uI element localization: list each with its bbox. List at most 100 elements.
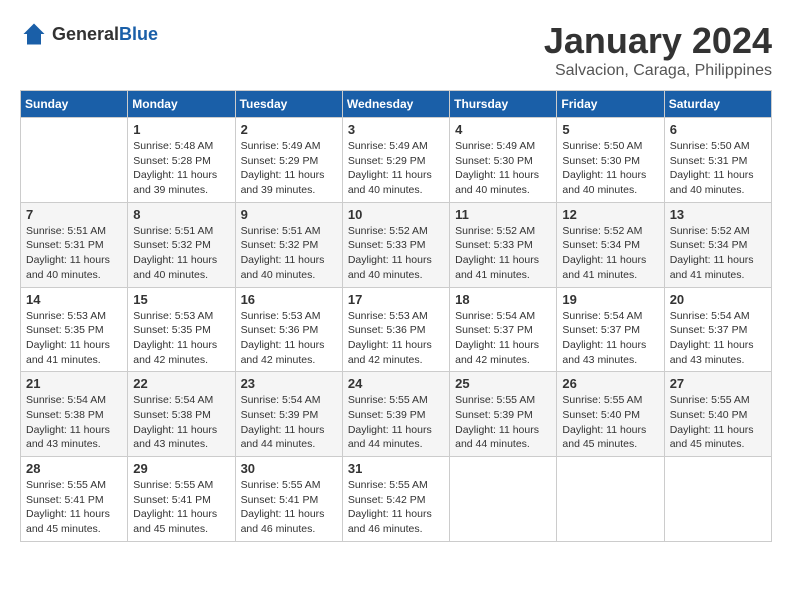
day-number: 7 bbox=[26, 207, 122, 222]
day-info: Sunrise: 5:50 AMSunset: 5:31 PMDaylight:… bbox=[670, 139, 766, 198]
day-number: 8 bbox=[133, 207, 229, 222]
weekday-header-saturday: Saturday bbox=[664, 91, 771, 118]
day-info: Sunrise: 5:55 AMSunset: 5:40 PMDaylight:… bbox=[670, 393, 766, 452]
day-number: 26 bbox=[562, 376, 658, 391]
day-info: Sunrise: 5:53 AMSunset: 5:36 PMDaylight:… bbox=[241, 309, 337, 368]
day-number: 6 bbox=[670, 122, 766, 137]
calendar-day-cell: 12 Sunrise: 5:52 AMSunset: 5:34 PMDayligh… bbox=[557, 202, 664, 287]
day-number: 21 bbox=[26, 376, 122, 391]
day-number: 19 bbox=[562, 292, 658, 307]
calendar-week-row: 21 Sunrise: 5:54 AMSunset: 5:38 PMDayligh… bbox=[21, 372, 772, 457]
calendar-week-row: 14Sunrise: 5:53 AMSunset: 5:35 PMDayligh… bbox=[21, 287, 772, 372]
day-info: Sunrise: 5:55 AMSunset: 5:41 PMDaylight:… bbox=[241, 478, 337, 537]
calendar-day-cell: 22 Sunrise: 5:54 AMSunset: 5:38 PMDayligh… bbox=[128, 372, 235, 457]
day-info: Sunrise: 5:55 AMSunset: 5:39 PMDaylight:… bbox=[348, 393, 444, 452]
calendar-week-row: 1Sunrise: 5:48 AMSunset: 5:28 PMDaylight… bbox=[21, 118, 772, 203]
day-number: 13 bbox=[670, 207, 766, 222]
day-number: 20 bbox=[670, 292, 766, 307]
title-area: January 2024 Salvacion, Caraga, Philippi… bbox=[544, 20, 772, 80]
weekday-header-wednesday: Wednesday bbox=[342, 91, 449, 118]
day-number: 12 bbox=[562, 207, 658, 222]
location-title: Salvacion, Caraga, Philippines bbox=[544, 62, 772, 80]
day-info: Sunrise: 5:49 AMSunset: 5:30 PMDaylight:… bbox=[455, 139, 551, 198]
empty-cell bbox=[450, 457, 557, 542]
day-number: 23 bbox=[241, 376, 337, 391]
day-number: 16 bbox=[241, 292, 337, 307]
calendar-day-cell: 27Sunrise: 5:55 AMSunset: 5:40 PMDayligh… bbox=[664, 372, 771, 457]
day-info: Sunrise: 5:53 AMSunset: 5:35 PMDaylight:… bbox=[26, 309, 122, 368]
calendar-day-cell: 11 Sunrise: 5:52 AMSunset: 5:33 PMDayligh… bbox=[450, 202, 557, 287]
calendar-day-cell: 18 Sunrise: 5:54 AMSunset: 5:37 PMDayligh… bbox=[450, 287, 557, 372]
calendar-day-cell: 2 Sunrise: 5:49 AMSunset: 5:29 PMDaylight… bbox=[235, 118, 342, 203]
day-info: Sunrise: 5:54 AMSunset: 5:38 PMDaylight:… bbox=[133, 393, 229, 452]
day-number: 31 bbox=[348, 461, 444, 476]
calendar-day-cell: 4 Sunrise: 5:49 AMSunset: 5:30 PMDaylight… bbox=[450, 118, 557, 203]
day-number: 3 bbox=[348, 122, 444, 137]
day-info: Sunrise: 5:51 AMSunset: 5:32 PMDaylight:… bbox=[241, 224, 337, 283]
calendar-day-cell: 26 Sunrise: 5:55 AMSunset: 5:40 PMDayligh… bbox=[557, 372, 664, 457]
day-number: 4 bbox=[455, 122, 551, 137]
calendar-day-cell: 30 Sunrise: 5:55 AMSunset: 5:41 PMDayligh… bbox=[235, 457, 342, 542]
day-info: Sunrise: 5:51 AMSunset: 5:31 PMDaylight:… bbox=[26, 224, 122, 283]
weekday-header-monday: Monday bbox=[128, 91, 235, 118]
calendar-day-cell: 29Sunrise: 5:55 AMSunset: 5:41 PMDayligh… bbox=[128, 457, 235, 542]
calendar-day-cell: 3 Sunrise: 5:49 AMSunset: 5:29 PMDaylight… bbox=[342, 118, 449, 203]
logo-icon bbox=[20, 20, 48, 48]
day-info: Sunrise: 5:52 AMSunset: 5:33 PMDaylight:… bbox=[455, 224, 551, 283]
day-info: Sunrise: 5:49 AMSunset: 5:29 PMDaylight:… bbox=[241, 139, 337, 198]
calendar-day-cell: 15Sunrise: 5:53 AMSunset: 5:35 PMDayligh… bbox=[128, 287, 235, 372]
calendar-day-cell: 20 Sunrise: 5:54 AMSunset: 5:37 PMDayligh… bbox=[664, 287, 771, 372]
day-number: 18 bbox=[455, 292, 551, 307]
day-number: 24 bbox=[348, 376, 444, 391]
day-number: 11 bbox=[455, 207, 551, 222]
calendar-day-cell: 6 Sunrise: 5:50 AMSunset: 5:31 PMDaylight… bbox=[664, 118, 771, 203]
day-info: Sunrise: 5:54 AMSunset: 5:37 PMDaylight:… bbox=[455, 309, 551, 368]
day-number: 1 bbox=[133, 122, 229, 137]
day-info: Sunrise: 5:53 AMSunset: 5:36 PMDaylight:… bbox=[348, 309, 444, 368]
header: GeneralBlue January 2024 Salvacion, Cara… bbox=[20, 20, 772, 80]
day-number: 10 bbox=[348, 207, 444, 222]
empty-cell bbox=[21, 118, 128, 203]
day-number: 30 bbox=[241, 461, 337, 476]
empty-cell bbox=[557, 457, 664, 542]
calendar-week-row: 7 Sunrise: 5:51 AMSunset: 5:31 PMDaylight… bbox=[21, 202, 772, 287]
day-info: Sunrise: 5:55 AMSunset: 5:41 PMDaylight:… bbox=[26, 478, 122, 537]
logo-blue: Blue bbox=[119, 24, 158, 44]
day-info: Sunrise: 5:55 AMSunset: 5:41 PMDaylight:… bbox=[133, 478, 229, 537]
calendar-day-cell: 10Sunrise: 5:52 AMSunset: 5:33 PMDayligh… bbox=[342, 202, 449, 287]
day-info: Sunrise: 5:54 AMSunset: 5:38 PMDaylight:… bbox=[26, 393, 122, 452]
day-info: Sunrise: 5:55 AMSunset: 5:40 PMDaylight:… bbox=[562, 393, 658, 452]
day-number: 28 bbox=[26, 461, 122, 476]
weekday-header-tuesday: Tuesday bbox=[235, 91, 342, 118]
day-info: Sunrise: 5:52 AMSunset: 5:34 PMDaylight:… bbox=[562, 224, 658, 283]
calendar-day-cell: 9Sunrise: 5:51 AMSunset: 5:32 PMDaylight… bbox=[235, 202, 342, 287]
calendar-day-cell: 8 Sunrise: 5:51 AMSunset: 5:32 PMDaylight… bbox=[128, 202, 235, 287]
calendar-day-cell: 17Sunrise: 5:53 AMSunset: 5:36 PMDayligh… bbox=[342, 287, 449, 372]
calendar-day-cell: 5 Sunrise: 5:50 AMSunset: 5:30 PMDaylight… bbox=[557, 118, 664, 203]
day-info: Sunrise: 5:54 AMSunset: 5:37 PMDaylight:… bbox=[670, 309, 766, 368]
calendar-day-cell: 23 Sunrise: 5:54 AMSunset: 5:39 PMDayligh… bbox=[235, 372, 342, 457]
calendar-day-cell: 31 Sunrise: 5:55 AMSunset: 5:42 PMDayligh… bbox=[342, 457, 449, 542]
day-info: Sunrise: 5:53 AMSunset: 5:35 PMDaylight:… bbox=[133, 309, 229, 368]
day-info: Sunrise: 5:54 AMSunset: 5:39 PMDaylight:… bbox=[241, 393, 337, 452]
logo-general: General bbox=[52, 24, 119, 44]
day-info: Sunrise: 5:49 AMSunset: 5:29 PMDaylight:… bbox=[348, 139, 444, 198]
calendar-day-cell: 24 Sunrise: 5:55 AMSunset: 5:39 PMDayligh… bbox=[342, 372, 449, 457]
day-info: Sunrise: 5:51 AMSunset: 5:32 PMDaylight:… bbox=[133, 224, 229, 283]
day-info: Sunrise: 5:50 AMSunset: 5:30 PMDaylight:… bbox=[562, 139, 658, 198]
calendar-day-cell: 13Sunrise: 5:52 AMSunset: 5:34 PMDayligh… bbox=[664, 202, 771, 287]
calendar-day-cell: 25 Sunrise: 5:55 AMSunset: 5:39 PMDayligh… bbox=[450, 372, 557, 457]
day-info: Sunrise: 5:55 AMSunset: 5:39 PMDaylight:… bbox=[455, 393, 551, 452]
day-info: Sunrise: 5:55 AMSunset: 5:42 PMDaylight:… bbox=[348, 478, 444, 537]
day-number: 22 bbox=[133, 376, 229, 391]
day-number: 5 bbox=[562, 122, 658, 137]
day-number: 2 bbox=[241, 122, 337, 137]
empty-cell bbox=[664, 457, 771, 542]
calendar-week-row: 28 Sunrise: 5:55 AMSunset: 5:41 PMDayligh… bbox=[21, 457, 772, 542]
calendar-table: SundayMondayTuesdayWednesdayThursdayFrid… bbox=[20, 90, 772, 542]
calendar-day-cell: 21 Sunrise: 5:54 AMSunset: 5:38 PMDayligh… bbox=[21, 372, 128, 457]
day-number: 25 bbox=[455, 376, 551, 391]
calendar-day-cell: 28 Sunrise: 5:55 AMSunset: 5:41 PMDayligh… bbox=[21, 457, 128, 542]
calendar-day-cell: 19Sunrise: 5:54 AMSunset: 5:37 PMDayligh… bbox=[557, 287, 664, 372]
weekday-header-thursday: Thursday bbox=[450, 91, 557, 118]
